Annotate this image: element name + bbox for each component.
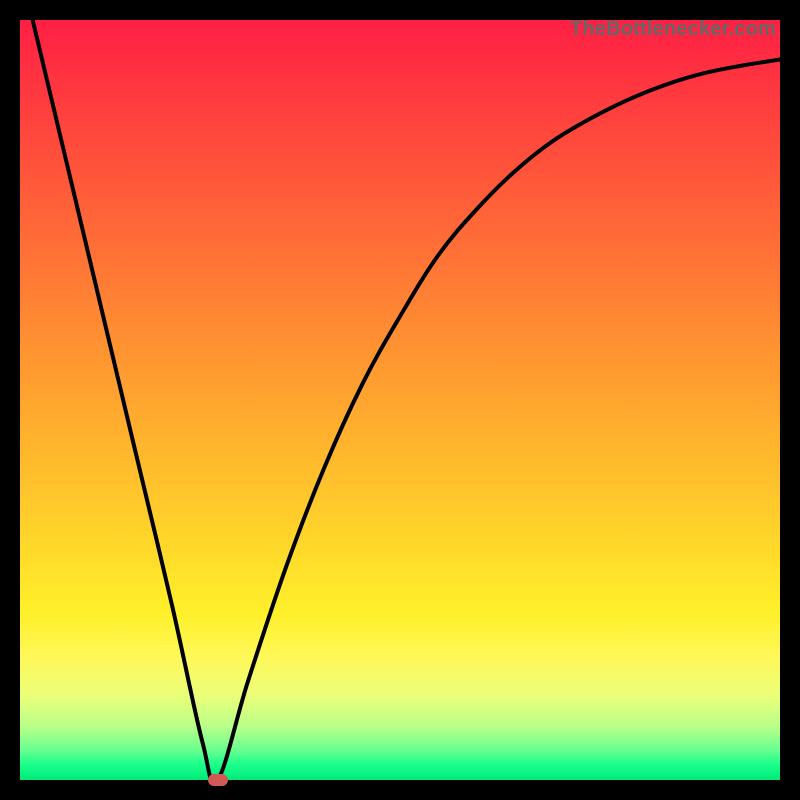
chart-frame: TheBottlenecker.com [20, 20, 780, 780]
bottleneck-curve [20, 20, 780, 780]
optimal-point-marker [208, 774, 228, 786]
